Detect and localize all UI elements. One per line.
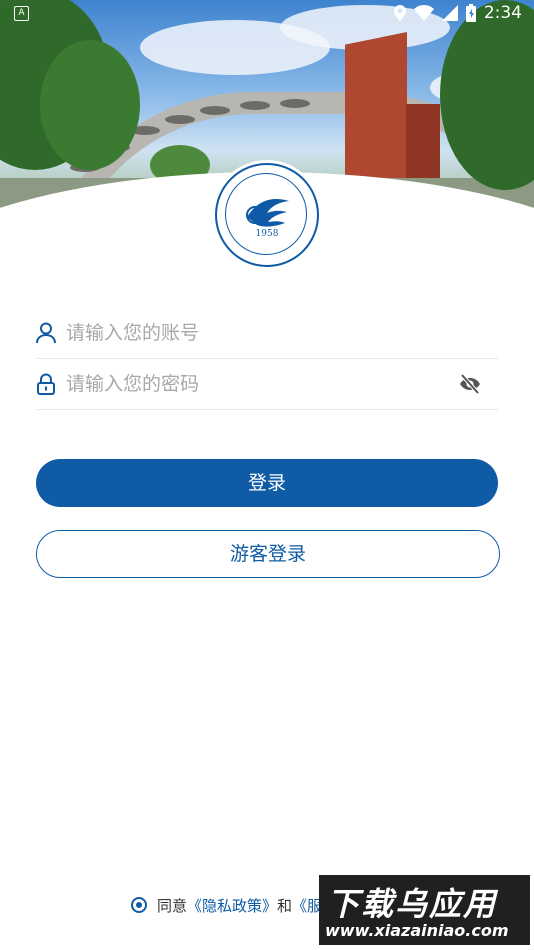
logo-wing-emblem [246,199,289,227]
agreement-radio[interactable] [131,897,147,913]
site-watermark: 下载乌应用 www.xiazainiao.com [319,875,530,945]
college-logo: 1958 [215,163,319,267]
location-icon [393,5,406,21]
watermark-url: www.xiazainiao.com [325,921,509,940]
battery-icon [465,4,476,22]
password-field [36,359,498,410]
signal-icon [441,5,458,21]
app-notification-icon: A [14,6,29,21]
eye-hidden-icon[interactable] [458,373,482,395]
login-button[interactable]: 登录 [36,459,498,507]
agreement-prefix: 同意 [157,896,188,915]
user-icon [36,322,56,344]
status-bar: A 2:34 [0,0,534,28]
account-input[interactable] [64,308,448,358]
lock-icon [37,373,55,395]
clock-time: 2:34 [483,3,522,23]
account-field [36,308,498,359]
agreement-conjunction: 和 [277,896,293,915]
logo-year: 1958 [255,229,279,239]
guest-login-button[interactable]: 游客登录 [36,530,500,578]
privacy-policy-link[interactable]: 《隐私政策》 [187,895,277,916]
password-input[interactable] [64,359,448,409]
wifi-icon [413,5,434,21]
watermark-title: 下载乌应用 [327,885,498,923]
